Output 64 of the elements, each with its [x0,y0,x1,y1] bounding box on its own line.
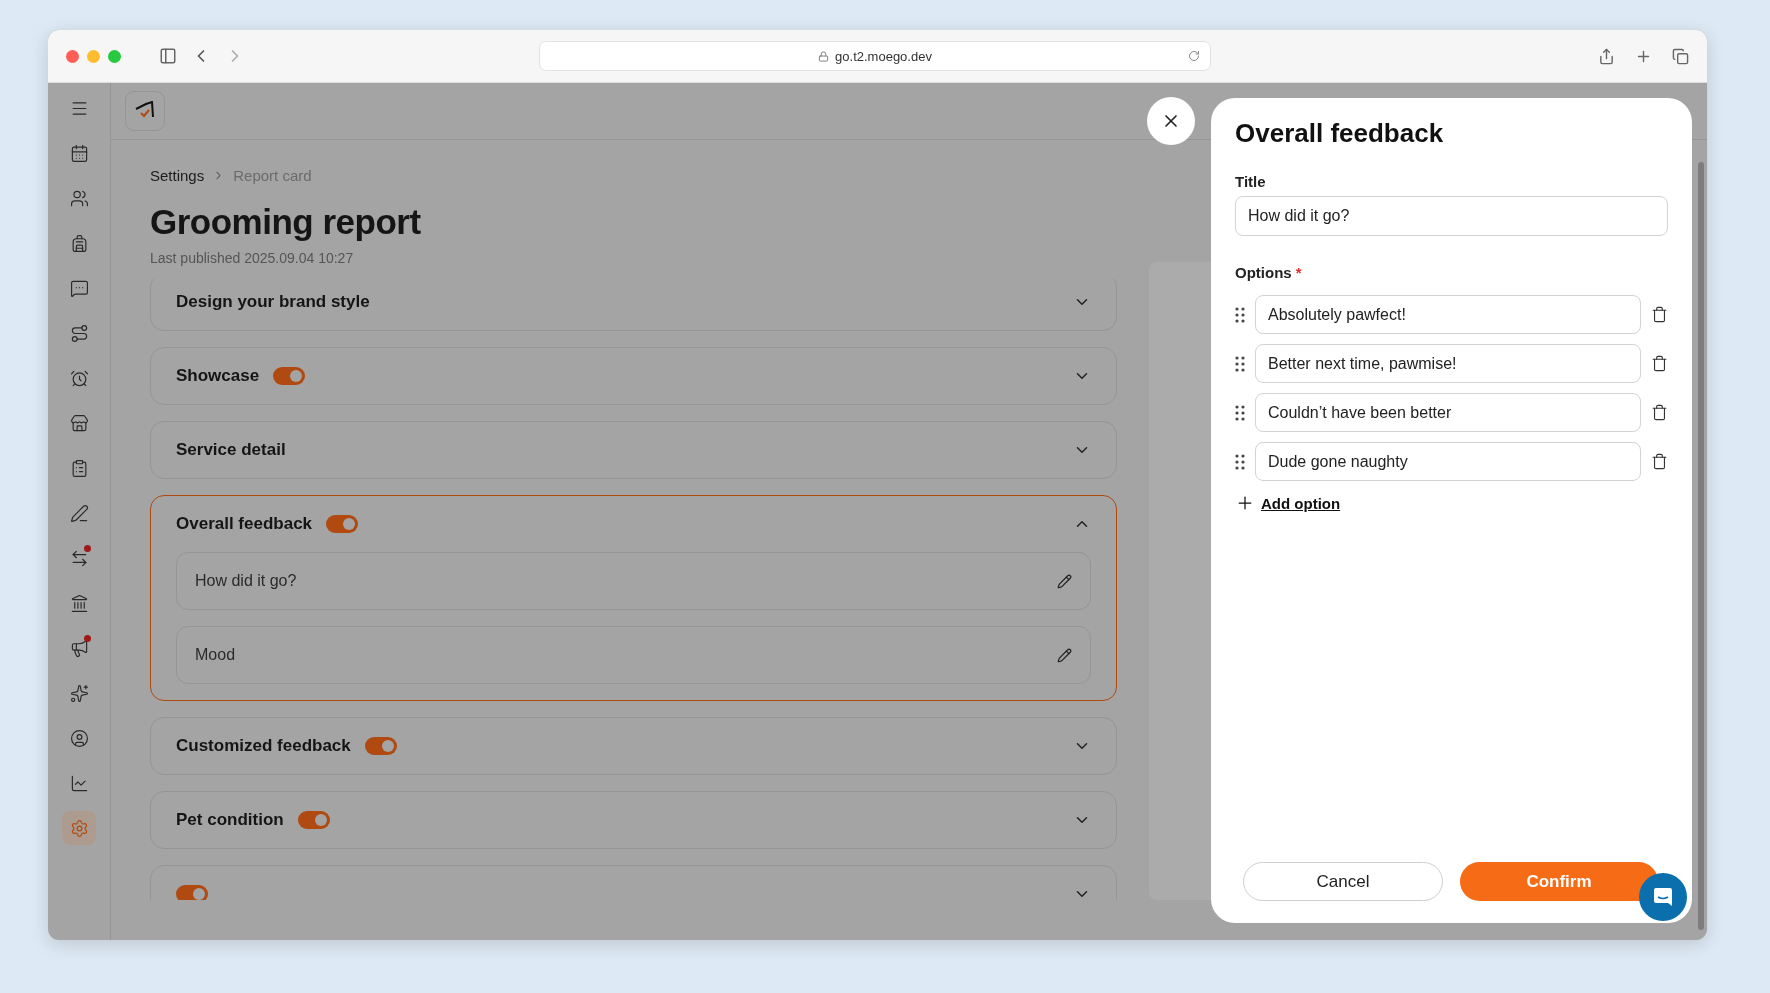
users-icon [69,188,89,208]
tabs-icon[interactable] [1672,47,1689,65]
chat-bubble-icon [1652,886,1674,908]
section-title[interactable]: Customized feedback [176,736,351,756]
calendar-icon [69,143,89,163]
share-icon[interactable] [1598,47,1615,65]
edit-icon[interactable] [1057,573,1072,589]
delete-icon[interactable] [1651,453,1668,470]
dialog-title: Overall feedback [1235,118,1445,149]
breadcrumb-item: Report card [233,167,312,184]
section-title[interactable]: Overall feedback [176,514,313,534]
option-input[interactable]: Dude gone naughty [1255,442,1641,481]
toggle-switch[interactable] [364,737,397,755]
last-published-text: Last published 2025.09.04 10:27 [150,250,355,266]
breadcrumb-item[interactable]: Settings [150,167,205,184]
page-title: Grooming report [150,202,422,242]
logo[interactable] [125,91,165,131]
delete-icon[interactable] [1651,306,1668,323]
toggle-switch[interactable] [326,515,359,533]
field-label: Options [1235,264,1292,281]
toggle-switch[interactable] [176,885,208,900]
reload-icon[interactable] [1188,50,1200,62]
cancel-button[interactable]: Cancel [1243,862,1443,901]
chat-icon [69,278,89,298]
bank-icon [69,593,89,613]
section-title[interactable]: Showcase [176,366,260,386]
section-title[interactable]: Pet condition [176,810,284,830]
required-mark: * [1295,264,1302,281]
delete-icon[interactable] [1651,404,1668,421]
toggle-switch[interactable] [297,811,330,829]
notification-dot [84,545,91,552]
delete-icon[interactable] [1651,355,1668,372]
section-title[interactable]: Service detail [176,440,286,460]
question-text: How did it go? [195,572,297,590]
chart-icon [69,773,89,793]
option-input[interactable]: Couldn’t have been better [1255,393,1641,432]
field-label: Title [1235,173,1266,190]
drag-handle-icon[interactable] [1235,453,1245,470]
option-input[interactable]: Absolutely pawfect! [1255,295,1641,334]
route-icon [69,323,89,343]
close-window-icon[interactable] [66,49,79,63]
question-text: Mood [195,646,236,664]
address-bar[interactable]: go.t2.moego.dev [539,41,1211,71]
close-button[interactable] [1147,97,1195,145]
lock-icon [818,50,830,62]
stars-icon [69,683,89,703]
pen-icon [69,503,89,523]
option-input[interactable]: Better next time, pawmise! [1255,344,1641,383]
scrollbar[interactable] [1698,162,1704,930]
user-circle-icon [69,728,89,748]
arrows-icon [69,548,89,568]
section-title[interactable]: Design your brand style [176,292,370,312]
add-option-link[interactable]: Add option [1235,493,1341,513]
drag-handle-icon[interactable] [1235,306,1245,323]
notification-dot [84,635,91,642]
toggle-switch[interactable] [273,367,306,385]
edit-icon[interactable] [1057,647,1072,663]
store-icon [69,413,89,433]
drag-handle-icon[interactable] [1235,355,1245,372]
title-input[interactable]: How did it go? [1235,196,1668,236]
drag-handle-icon[interactable] [1235,404,1245,421]
alarm-clock-icon [69,368,89,388]
sidebar-toggle-icon[interactable] [159,47,177,65]
settings-icon [69,818,89,838]
